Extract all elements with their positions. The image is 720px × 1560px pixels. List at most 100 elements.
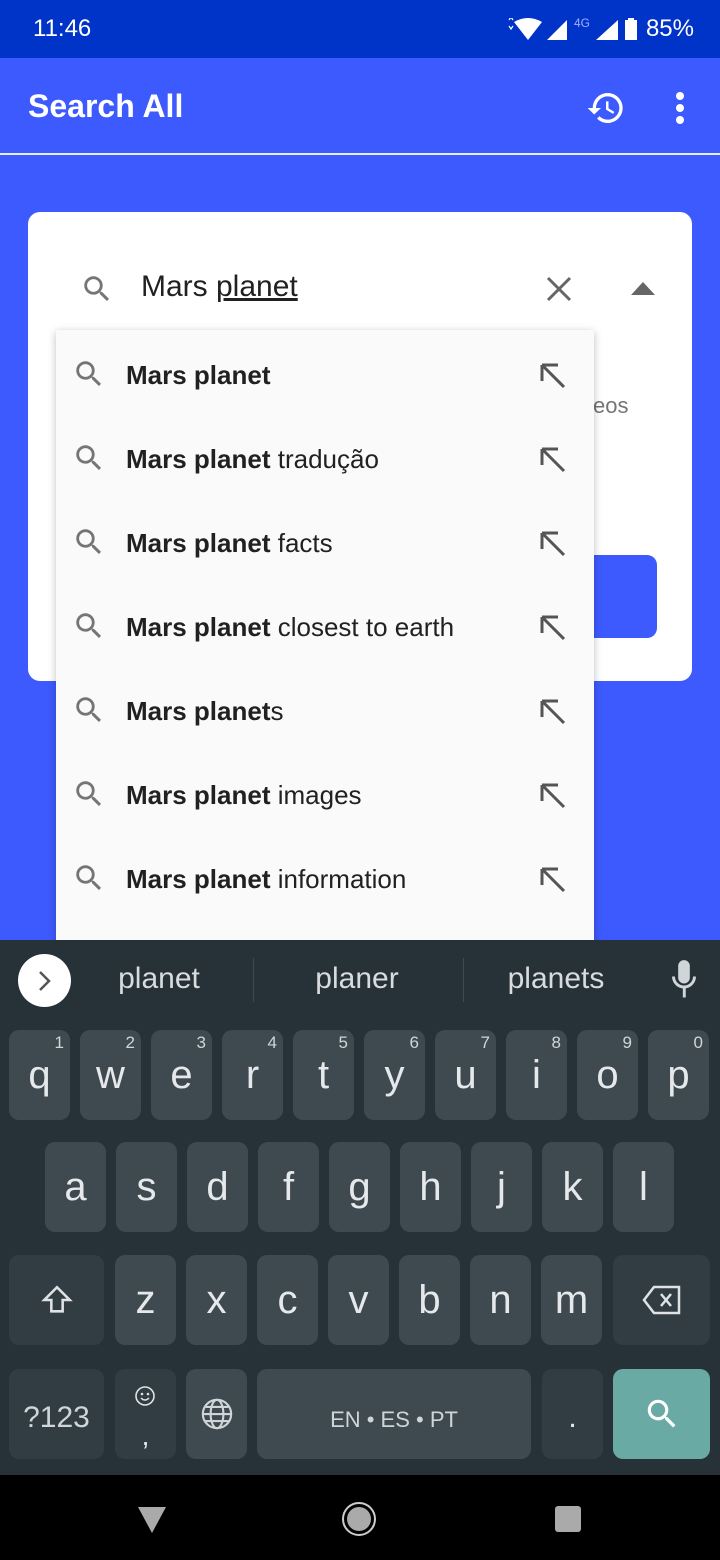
suggestion-item[interactable]: Mars planet tradução [56, 416, 594, 500]
suggestion-text: Mars planet information [126, 864, 407, 894]
key-j[interactable]: j [471, 1142, 532, 1232]
globe-icon [201, 1398, 232, 1430]
key-label: w [96, 1053, 125, 1097]
key-u[interactable]: u7 [435, 1030, 496, 1120]
key-n[interactable]: n [470, 1255, 531, 1345]
history-icon[interactable] [586, 88, 626, 128]
key-q[interactable]: q1 [9, 1030, 70, 1120]
period-key[interactable]: . [542, 1369, 603, 1459]
key-label: v [348, 1278, 369, 1322]
key-label: o [596, 1053, 619, 1097]
key-i[interactable]: i8 [506, 1030, 567, 1120]
word-suggestion[interactable]: planets [466, 962, 646, 996]
suggestion-text: Mars planet closest to earth [126, 612, 455, 642]
fill-query-arrow-icon[interactable] [538, 445, 566, 473]
word-suggestion[interactable]: planer [267, 962, 447, 996]
search-icon [76, 865, 102, 891]
key-label: s [136, 1165, 157, 1209]
arrow-up-icon[interactable] [631, 282, 655, 295]
search-input[interactable]: Mars planet [141, 270, 298, 304]
search-icon [76, 361, 102, 387]
key-hint: 0 [693, 1033, 703, 1052]
recents-icon[interactable] [555, 1506, 581, 1532]
key-l[interactable]: l [613, 1142, 674, 1232]
shift-key[interactable] [9, 1255, 104, 1345]
battery-icon [625, 18, 637, 40]
language-key[interactable] [186, 1369, 247, 1459]
signal-icon [547, 20, 567, 40]
suggestion-text: Mars planet images [126, 780, 362, 810]
key-label: k [562, 1165, 583, 1209]
key-label: . [568, 1401, 577, 1434]
fill-query-arrow-icon[interactable] [538, 361, 566, 389]
fill-query-arrow-icon[interactable] [538, 697, 566, 725]
query-composing-text: planet [216, 270, 298, 303]
fill-query-arrow-icon[interactable] [538, 613, 566, 641]
microphone-icon[interactable] [670, 960, 698, 1000]
key-y[interactable]: y6 [364, 1030, 425, 1120]
key-x[interactable]: x [186, 1255, 247, 1345]
key-label: EN • ES • PT [330, 1407, 458, 1432]
more-vert-icon[interactable] [670, 90, 690, 126]
key-hint: 8 [551, 1033, 561, 1052]
fill-query-arrow-icon[interactable] [538, 529, 566, 557]
key-f[interactable]: f [258, 1142, 319, 1232]
key-w[interactable]: w2 [80, 1030, 141, 1120]
suggestion-item[interactable]: Mars planets [56, 668, 594, 752]
key-label: , [141, 1420, 150, 1451]
search-icon [76, 781, 102, 807]
key-b[interactable]: b [399, 1255, 460, 1345]
key-label: l [639, 1165, 648, 1209]
key-o[interactable]: o9 [577, 1030, 638, 1120]
key-g[interactable]: g [329, 1142, 390, 1232]
key-label: g [348, 1165, 371, 1209]
key-label: b [418, 1278, 441, 1322]
space-key[interactable]: EN • ES • PT [257, 1369, 531, 1459]
status-bar: 11:46 4G 85% [0, 0, 720, 58]
key-label: n [489, 1278, 512, 1322]
navigation-bar [0, 1475, 720, 1560]
divider [463, 958, 464, 1002]
key-e[interactable]: e3 [151, 1030, 212, 1120]
suggestion-item[interactable]: Mars planet images [56, 752, 594, 836]
key-d[interactable]: d [187, 1142, 248, 1232]
suggestion-item[interactable]: Mars planet facts [56, 500, 594, 584]
backspace-key[interactable] [613, 1255, 710, 1345]
key-label: t [317, 1053, 330, 1097]
shift-icon [40, 1285, 73, 1313]
key-t[interactable]: t5 [293, 1030, 354, 1120]
emoji-comma-key[interactable]: , [115, 1369, 176, 1459]
key-p[interactable]: p0 [648, 1030, 709, 1120]
suggestion-item[interactable]: Mars planet information [56, 836, 594, 920]
key-v[interactable]: v [328, 1255, 389, 1345]
key-m[interactable]: m [541, 1255, 602, 1345]
keyboard: planet planer planets q1w2e3r4t5y6u7i8o9… [0, 940, 720, 1475]
key-label: z [135, 1278, 156, 1322]
key-label: f [282, 1165, 295, 1209]
key-label: j [497, 1165, 506, 1209]
symbols-key[interactable]: ?123 [9, 1369, 104, 1459]
suggestion-item[interactable]: Mars planet [56, 332, 594, 416]
word-suggestion[interactable]: planet [69, 962, 249, 996]
search-key[interactable] [613, 1369, 710, 1459]
suggestion-item[interactable]: Mars planet closest to earth [56, 584, 594, 668]
backspace-icon [641, 1285, 680, 1315]
key-label: a [64, 1165, 87, 1209]
key-s[interactable]: s [116, 1142, 177, 1232]
key-hint: 9 [622, 1033, 632, 1052]
back-icon[interactable] [138, 1507, 166, 1533]
expand-toolbar-button[interactable] [18, 954, 71, 1007]
search-icon [84, 276, 110, 302]
key-c[interactable]: c [257, 1255, 318, 1345]
key-a[interactable]: a [45, 1142, 106, 1232]
home-icon[interactable] [341, 1501, 377, 1537]
fill-query-arrow-icon[interactable] [538, 781, 566, 809]
key-h[interactable]: h [400, 1142, 461, 1232]
key-r[interactable]: r4 [222, 1030, 283, 1120]
close-icon[interactable] [546, 276, 572, 302]
fill-query-arrow-icon[interactable] [538, 865, 566, 893]
key-hint: 7 [480, 1033, 490, 1052]
key-z[interactable]: z [115, 1255, 176, 1345]
suggestion-text: Mars planet tradução [126, 444, 379, 474]
key-k[interactable]: k [542, 1142, 603, 1232]
